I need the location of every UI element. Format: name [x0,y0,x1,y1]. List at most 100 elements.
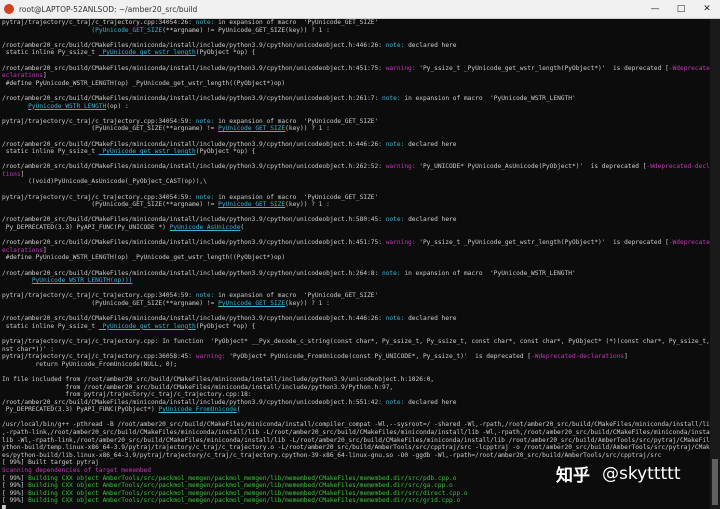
terminal-text-segment: (key)) ? 1 : [285,125,330,133]
terminal-text-segment: /root/amber20_src/build/CMakeFiles/minic… [2,94,382,102]
terminal-text-segment: (PyUnicode_GET_SIZE(**argname) != [2,201,219,209]
terminal-text-segment: -Wdeprecated-d [668,239,710,247]
terminal-text-segment: ((void)PyUnicode_AsUnicode(_PyObject_CAS… [2,178,207,186]
terminal-line: /usr/local/bin/g++ -pthread -B /root/amb… [2,421,710,429]
terminal-line: █ [2,505,710,509]
terminal-output[interactable]: pytraj/trajectory/c_traj/c_trajectory.cp… [0,19,710,509]
terminal-text-segment: (key)) ? 1 : [285,201,330,209]
terminal-text-segment: declared here [408,216,457,224]
terminal-line: (PyUnicode_GET_SIZE(**argname) != PyUnic… [2,27,710,35]
zhihu-logo: 知乎 [556,466,590,486]
minimize-button[interactable]: — [642,0,668,18]
terminal-line: from pytraj/trajectory/c_traj/c_trajecto… [2,391,710,399]
terminal-text-segment: in expansion of macro 'PyUnicode_GET_SIZ… [218,19,379,26]
vertical-scrollbar[interactable] [710,19,720,509]
terminal-text-segment: note: [195,117,219,125]
terminal-text-segment: /usr/local/bin/g++ -pthread -B /root/amb… [2,421,710,429]
terminal-text-segment: Building CXX object AmberTools/src/packm… [28,497,461,505]
terminal-text-segment: /root/amber20_src/build/CMakeFiles/minic… [2,163,386,171]
terminal-text-segment: in expansion of macro 'PyUnicode_WSTR_LE… [404,269,576,277]
terminal-line: eclarations] [2,72,710,80]
terminal-text-segment: -Wdeprecated-d [668,64,710,72]
terminal-text-segment: pytraj/trajectory/c_traj/c_trajectory.cp… [2,353,196,361]
terminal-text-segment: warning: [385,163,420,171]
terminal-line: #define PyUnicode_WSTR_LENGTH(op) _PyUni… [2,254,710,262]
terminal-text-segment: (PyUnicode_GET_SIZE(**argname) != [2,125,219,133]
maximize-button[interactable]: □ [668,0,694,18]
terminal-line: PyUnicode_WSTR_LENGTH(op) : [2,103,710,111]
terminal-text-segment: note: [381,94,405,102]
terminal-text-segment: █ [2,505,6,509]
terminal-text-segment: /root/amber20_src/build/CMakeFiles/minic… [2,64,386,72]
terminal-text-segment: note: [385,398,409,406]
terminal-line: PyUnicode_WSTR_LENGTH(op))) [2,277,710,285]
terminal-text-segment: PyUnicode_GET_SIZE [218,299,286,307]
terminal-text-segment: lib -Wl,-rpath-link,/root/amber20_src/bu… [2,436,710,444]
terminal-line: nst char*))' : [2,346,710,354]
terminal-text-segment: tions [2,170,21,178]
terminal-text-segment: note: [195,193,219,201]
terminal-text-segment: eclarations [2,72,43,80]
terminal-text-segment: PyUnicode_WSTR_LENGTH [28,102,107,110]
terminal-text-segment: static inline Py_ssize_t [2,322,99,330]
terminal-text-segment: PyUnicode_WSTR_LENGTH(op))) [31,277,133,285]
terminal-line: Py_DEPRECATED(3.3) PyAPI_FUNC(Py_UNICODE… [2,224,710,232]
terminal-text-segment: Building CXX object AmberTools/src/packm… [28,474,457,482]
terminal-line: /root/amber20_src/build/CMakeFiles/minic… [2,216,710,224]
terminal-text-segment: warning: [385,64,420,72]
terminal-line: (PyUnicode_GET_SIZE(**argname) != PyUnic… [2,201,710,209]
terminal-text-segment: /root/amber20_src/build/CMakeFiles/minic… [2,41,386,49]
terminal-text-segment: note: [385,216,409,224]
terminal-line: #define PyUnicode_WSTR_LENGTH(op) _PyUni… [2,80,710,88]
terminal-text-segment: 'Py_UNICODE* PyUnicode_AsUnicode(PyObjec… [419,163,647,171]
terminal-text-segment: _PyUnicode_get_wstr_length [98,49,196,57]
scrollbar-thumb[interactable] [712,459,718,505]
terminal-text-segment: note: [195,19,219,26]
terminal-line: /root/amber20_src/build/CMakeFiles/minic… [2,65,710,73]
terminal-text-segment: static inline Py_ssize_t [2,148,99,156]
terminal-line: /root/amber20_src/build/CMakeFiles/minic… [2,141,710,149]
terminal-line: pytraj/trajectory/c_traj/c_trajectory.cp… [2,118,710,126]
terminal-text-segment: (PyUnicode_GET_SIZE [91,26,163,34]
terminal-line: /root/amber20_src/build/CMakeFiles/minic… [2,163,710,171]
terminal-text-segment: Py_DEPRECATED(3.3) PyAPI_FUNC(Py_UNICODE… [2,224,170,232]
terminal-text-segment: /root/amber20_src/build/CMakeFiles/minic… [2,239,386,247]
window-titlebar[interactable]: root@LAPTOP-52ANLSOD: ~/amber20_src/buil… [0,0,720,19]
terminal-text-segment: warning: [195,353,230,361]
terminal-text-segment: note: [385,140,409,148]
terminal-text-segment: (PyUnicode_GET_SIZE(**argname) != [2,299,219,307]
terminal-line: es/python-build/lib.linux-x86_64-3.9/pyt… [2,452,710,460]
terminal-text-segment: #define PyUnicode_WSTR_LENGTH(op) _PyUni… [2,254,286,262]
terminal-text-segment: In file included from /root/amber20_src/… [2,375,435,383]
terminal-text-segment: (op) : [106,102,129,110]
terminal-text-segment: pytraj/trajectory/c_traj/c_trajectory.cp… [2,117,196,125]
terminal-text-segment: Py_DEPRECATED(3.3) PyAPI_FUNC(PyObject*) [2,406,159,414]
terminal-text-segment: pytraj/trajectory/c_traj/c_trajectory.cp… [2,337,163,345]
terminal-line: eclarations] [2,247,710,255]
terminal-text-segment: [ 99%] [2,482,29,490]
terminal-text-segment: Building CXX object AmberTools/src/packm… [28,489,468,497]
terminal-text-segment: ] [42,72,47,80]
terminal-text-segment: return PyUnicode_FromUnicode(NULL, 0); [2,360,178,368]
terminal-line: lib -Wl,-rpath-link,/root/amber20_src/bu… [2,437,710,445]
terminal-text-segment: (**argname) != PyUnicode_GET_SIZE(key)) … [162,26,330,34]
terminal-text-segment: pytraj/trajectory/c_traj/c_trajectory.cp… [2,19,196,26]
terminal-text-segment: note: [195,292,219,300]
close-button[interactable]: ✕ [694,0,720,18]
terminal-line: ((void)PyUnicode_AsUnicode(_PyObject_CAS… [2,178,710,186]
terminal-text-segment: static inline Py_ssize_t [2,49,99,57]
terminal-text-segment: /root/amber20_src/build/CMakeFiles/minic… [2,216,386,224]
terminal-text-segment: PyUnicode_GET_SIZE [218,201,286,209]
terminal-line: /root/amber20_src/build/CMakeFiles/minic… [2,239,710,247]
terminal-text-segment: ,-rpath-link,/root/amber20_src/build/CMa… [2,429,710,437]
terminal-text-segment: /root/amber20_src/build/CMakeFiles/minic… [2,140,386,148]
